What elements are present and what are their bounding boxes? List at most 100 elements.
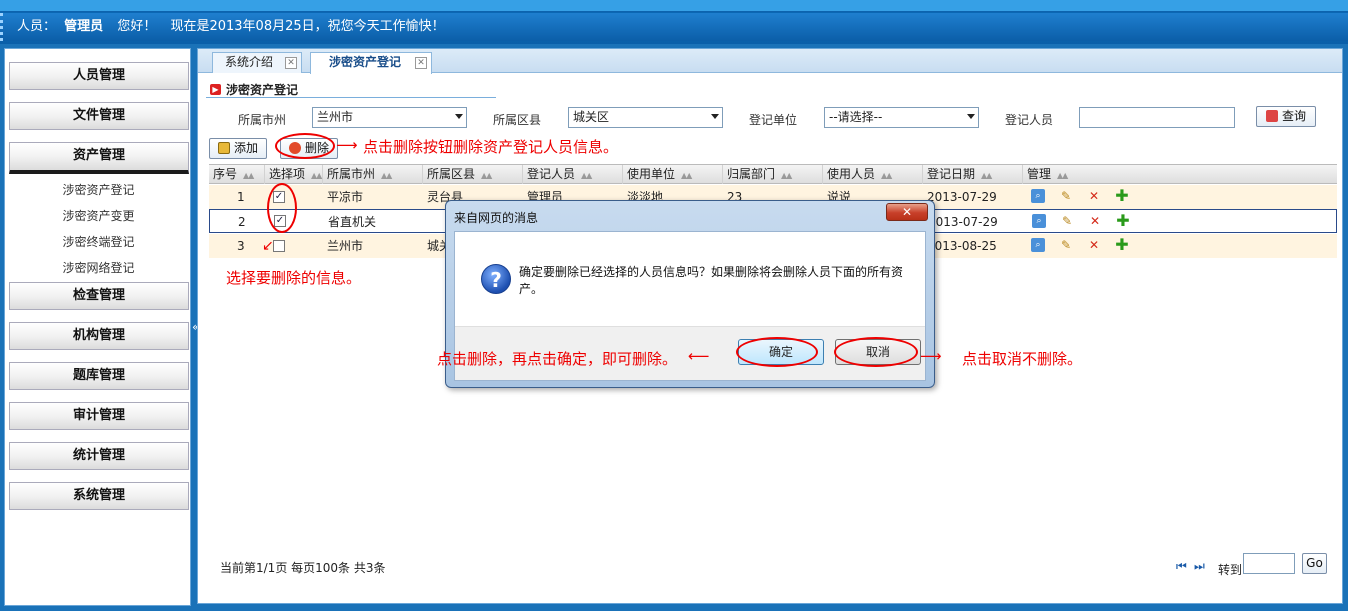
col-header[interactable]: 使用单位 ▲▲ [623,165,723,184]
delete-icon[interactable]: ✕ [1087,189,1101,203]
sidebar-item-organization[interactable]: 机构管理 [9,322,189,350]
col-header[interactable]: 序号 ▲▲ [209,165,265,184]
person-input[interactable] [1079,107,1235,128]
panel-title: 涉密资产登记 [226,83,299,97]
edit-icon[interactable]: ✎ [1059,238,1073,252]
chevron-down-icon [455,114,463,119]
city-select[interactable]: 兰州市 [312,107,467,128]
sidebar-item-statistics[interactable]: 统计管理 [9,442,189,470]
sidebar-item-system[interactable]: 系统管理 [9,482,189,510]
tab-asset-register[interactable]: 涉密资产登记 ✕ [310,52,432,74]
sidebar-item-assets[interactable]: 资产管理 [9,142,189,174]
top-strip [0,0,1348,11]
edit-icon[interactable]: ✎ [1060,214,1074,228]
county-label: 所属区县 [493,113,542,127]
tab-label: 涉密资产登记 [329,55,402,69]
annotation-confirm-hint: 点击删除，再点击确定，即可删除。 [437,350,678,368]
sidebar-item-label: 系统管理 [72,488,125,503]
cell-no: 2 [238,215,246,229]
annotation-arrow: ⟶ [920,347,942,365]
tab-label: 系统介绍 [225,55,274,69]
annotation-oval-delete [275,133,335,159]
search-button-label: 查询 [1281,109,1306,123]
edit-icon[interactable]: ✎ [1059,189,1073,203]
sidebar-item-label: 题库管理 [72,368,125,383]
edit-icon [217,142,230,154]
col-header[interactable]: 登记日期 ▲▲ [923,165,1023,184]
unit-select[interactable]: --请选择-- [824,107,979,128]
close-icon[interactable]: ✕ [285,57,297,69]
close-icon: ✕ [901,205,913,219]
annotation-arrow: ↙ [262,238,274,254]
person-label: 登记人员 [1005,113,1054,127]
annotation-oval-checkboxes [267,183,297,233]
view-icon[interactable]: ⌕ [1032,214,1046,228]
col-header[interactable]: 使用人员 ▲▲ [823,165,923,184]
sidebar-item-audit[interactable]: 审计管理 [9,402,189,430]
close-icon[interactable]: ✕ [415,57,427,69]
title-divider [206,97,496,98]
unit-value: --请选择-- [829,110,883,124]
tab-bar: 系统介绍 ✕ 涉密资产登记 ✕ [198,49,1342,74]
add-icon[interactable]: ✚ [1115,237,1129,253]
sidebar-item-label: 文件管理 [72,108,125,123]
county-select[interactable]: 城关区 [568,107,723,128]
city-value: 兰州市 [317,110,354,124]
sidebar-item-files[interactable]: 文件管理 [9,102,189,130]
user-name: 管理员 [64,19,104,34]
delete-icon[interactable]: ✕ [1088,214,1102,228]
sub-item-asset-register[interactable]: 涉密资产登记 [5,181,192,198]
annotation-oval-ok [736,337,818,367]
dialog-close-button[interactable]: ✕ [886,203,928,221]
sidebar: 人员管理 文件管理 资产管理 涉密资产登记 涉密资产变更 涉密终端登记 涉密网络… [4,48,191,606]
view-icon[interactable]: ⌕ [1031,238,1045,252]
add-icon[interactable]: ✚ [1116,213,1130,229]
search-button[interactable]: 查询 [1256,106,1316,127]
dialog-message: 确定要删除已经选择的人员信息吗？如果删除将会删除人员下面的所有资产。 [519,265,904,296]
sort-icon: ▲▲ [781,171,792,180]
sub-item-asset-change[interactable]: 涉密资产变更 [5,207,192,224]
col-header[interactable]: 所属市州 ▲▲ [323,165,423,184]
view-icon[interactable]: ⌕ [1031,189,1045,203]
annotation-select-hint: 选择要删除的信息。 [226,269,362,287]
unit-label: 登记单位 [749,113,798,127]
col-header[interactable]: 所属区县 ▲▲ [423,165,523,184]
annotation-delete-hint: 点击删除按钮删除资产登记人员信息。 [363,138,619,156]
sidebar-item-label: 统计管理 [72,448,125,463]
sub-item-network-register[interactable]: 涉密网络登记 [5,259,192,276]
sort-icon: ▲▲ [481,171,492,180]
annotation-arrow: ⟶ [336,136,358,154]
table-header: 序号 ▲▲ 选择项 ▲▲ 所属市州 ▲▲ 所属区县 ▲▲ 登记人员 ▲▲ 使用单位 ▲▲ 归… [209,164,1337,184]
annotation-arrow: ⟵ [688,347,710,365]
sidebar-item-personnel[interactable]: 人员管理 [9,62,189,90]
tab-system-intro[interactable]: 系统介绍 ✕ [212,52,302,73]
goto-label: 转到 [1218,563,1243,577]
sidebar-item-inspection[interactable]: 检查管理 [9,282,189,310]
county-value: 城关区 [573,110,610,124]
annotation-oval-cancel [834,337,918,367]
goto-page-input[interactable] [1243,553,1295,574]
cell-no: 3 [237,239,245,253]
add-icon[interactable]: ✚ [1115,188,1129,204]
go-button[interactable]: Go [1302,553,1327,574]
row-checkbox[interactable] [273,240,285,252]
cell-city: 省直机关 [328,215,377,229]
col-header[interactable]: 归属部门 ▲▲ [723,165,823,184]
add-button[interactable]: 添加 [209,138,267,159]
cell-city: 平凉市 [327,190,364,204]
col-header[interactable]: 登记人员 ▲▲ [523,165,623,184]
sort-icon: ▲▲ [381,171,392,180]
next-page-icon[interactable]: ⏭ [1194,559,1205,574]
chevron-down-icon [711,114,719,119]
sub-item-terminal-register[interactable]: 涉密终端登记 [5,233,192,250]
sidebar-item-questions[interactable]: 题库管理 [9,362,189,390]
delete-icon[interactable]: ✕ [1087,238,1101,252]
sort-icon: ▲▲ [243,171,254,180]
first-page-icon[interactable]: ⏮ [1176,559,1187,574]
sort-icon: ▲▲ [881,171,892,180]
sidebar-item-label: 检查管理 [72,288,125,303]
col-header: 管理 ▲▲ [1027,167,1068,181]
cell-city: 兰州市 [327,239,364,253]
col-header[interactable]: 选择项 ▲▲ [265,165,323,184]
cell-date: 2013-07-29 [928,215,998,229]
